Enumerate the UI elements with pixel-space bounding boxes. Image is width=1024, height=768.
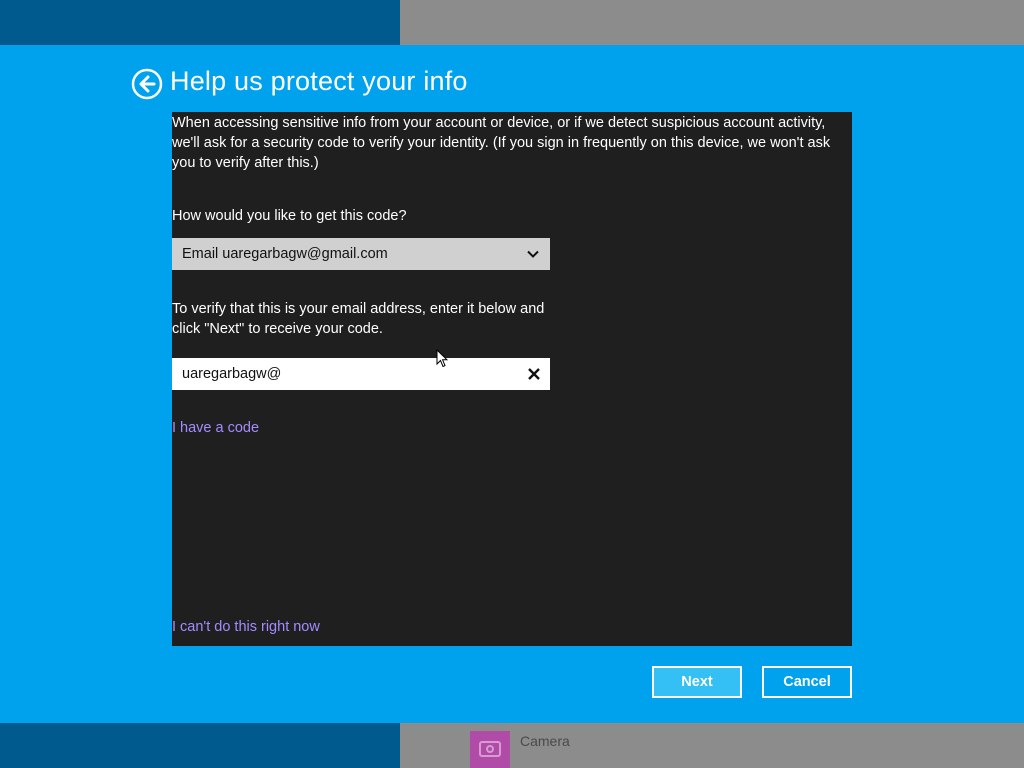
background-tile-area	[400, 0, 1024, 45]
background-tile-area	[0, 723, 400, 768]
have-code-link[interactable]: I have a code	[172, 420, 259, 436]
email-field-container	[172, 358, 550, 390]
cancel-button[interactable]: Cancel	[762, 666, 852, 698]
back-button[interactable]	[131, 68, 163, 100]
back-arrow-icon	[131, 68, 163, 100]
background-tile-area	[0, 0, 400, 45]
mouse-cursor-icon	[436, 349, 448, 368]
code-method-selected-value: Email uaregarbagw@gmail.com	[182, 246, 388, 262]
camera-app-label: Camera	[520, 733, 570, 749]
code-method-select[interactable]: Email uaregarbagw@gmail.com	[172, 238, 550, 270]
verify-instruction: To verify that this is your email addres…	[172, 301, 545, 337]
close-icon[interactable]	[526, 366, 542, 382]
page-title: Help us protect your info	[170, 66, 468, 96]
email-field[interactable]	[172, 358, 512, 390]
chevron-down-icon	[527, 250, 539, 258]
description-text: When accessing sensitive info from your …	[172, 115, 831, 171]
next-button[interactable]: Next	[652, 666, 742, 698]
camera-icon	[479, 741, 501, 757]
cant-do-this-now-link[interactable]: I can't do this right now	[172, 619, 320, 635]
code-method-question: How would you like to get this code?	[172, 208, 407, 224]
camera-app-tile	[470, 731, 510, 768]
